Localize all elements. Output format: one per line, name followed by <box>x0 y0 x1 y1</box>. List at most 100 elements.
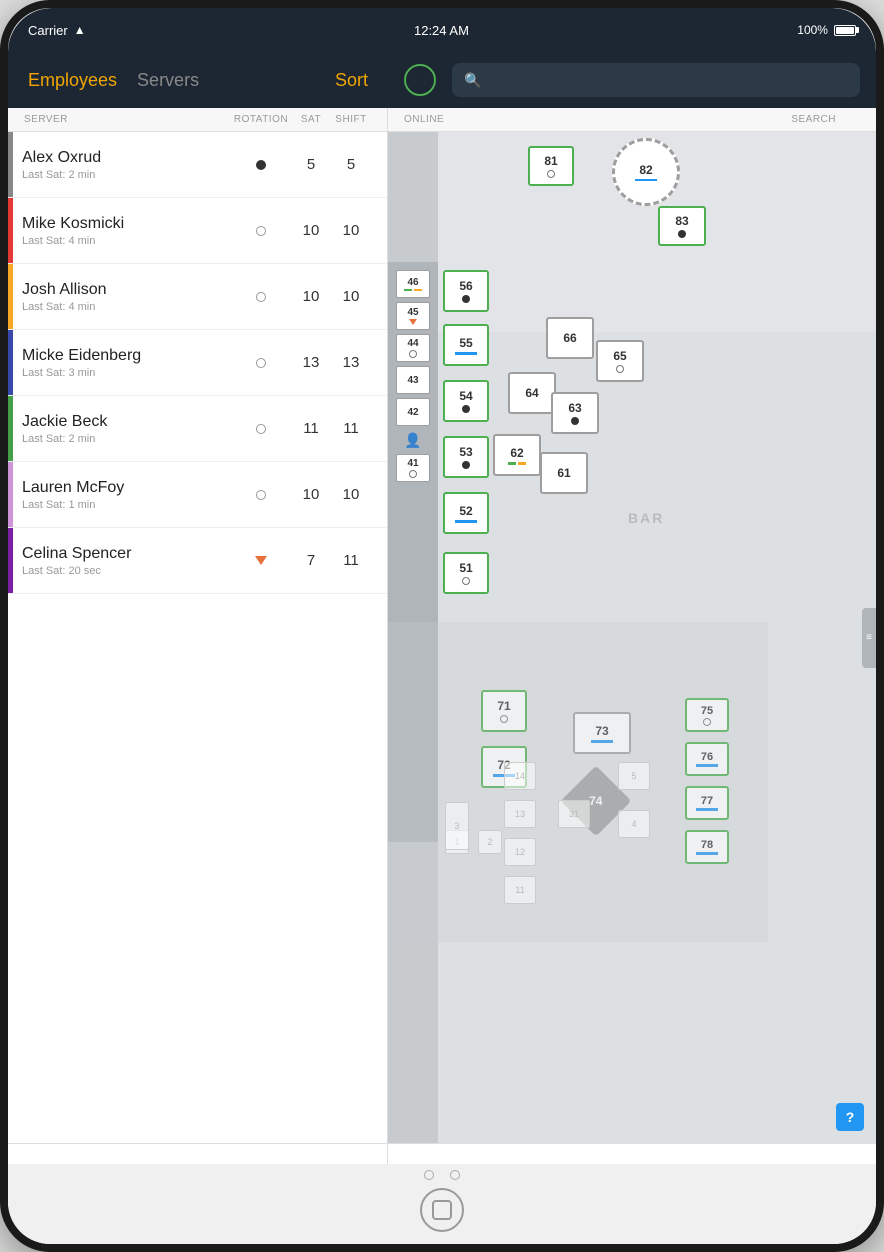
employee-shift: 11 <box>331 420 371 437</box>
map-table-52[interactable]: 52 <box>443 492 489 534</box>
sidebar-lines-icon: ≡ <box>866 630 872 646</box>
rotation-dot-empty <box>256 490 266 500</box>
employee-name: Celina Spencer <box>22 545 231 563</box>
employee-row[interactable]: Celina Spencer Last Sat: 20 sec 7 11 <box>8 528 387 594</box>
ghost-table: 14 <box>504 762 536 790</box>
sidebar-handle[interactable]: ≡ <box>862 608 876 668</box>
employee-sat: 11 <box>291 420 331 437</box>
map-table-62[interactable]: 62 <box>493 434 541 476</box>
employee-name: Micke Eidenberg <box>22 347 231 365</box>
employee-rotation <box>231 226 291 236</box>
employee-row[interactable]: Micke Eidenberg Last Sat: 3 min 13 13 <box>8 330 387 396</box>
map-table-64[interactable]: 64 <box>508 372 556 414</box>
ghost-table: 13 <box>504 800 536 828</box>
employee-info: Micke Eidenberg Last Sat: 3 min <box>8 347 231 379</box>
employee-shift: 10 <box>331 222 371 239</box>
map-table-65[interactable]: 65 <box>596 340 644 382</box>
rotation-dot-empty <box>256 226 266 236</box>
employee-name: Josh Allison <box>22 281 231 299</box>
home-button[interactable] <box>420 1188 464 1232</box>
map-table-82[interactable]: 82 <box>612 138 680 206</box>
tab-servers[interactable]: Servers <box>137 66 199 95</box>
employee-sat: 13 <box>291 354 331 371</box>
employee-last-sat: Last Sat: 3 min <box>22 367 231 379</box>
employee-row[interactable]: Alex Oxrud Last Sat: 2 min 5 5 <box>8 132 387 198</box>
home-button-inner <box>432 1200 452 1220</box>
map-table-51[interactable]: 51 <box>443 552 489 594</box>
map-table-81[interactable]: 81 <box>528 146 574 186</box>
rotation-arrow-down <box>255 556 267 565</box>
side-table-41[interactable]: 41 <box>396 454 430 482</box>
employee-color-bar <box>8 330 13 395</box>
home-sensor <box>450 1170 460 1180</box>
employee-row[interactable]: Mike Kosmicki Last Sat: 4 min 10 10 <box>8 198 387 264</box>
employee-color-bar <box>8 396 13 461</box>
home-area <box>8 1164 876 1244</box>
employee-last-sat: Last Sat: 1 min <box>22 499 231 511</box>
lower-left-area: 14 13 12 11 31 5 4 1 2 3 <box>388 622 768 942</box>
employee-shift: 10 <box>331 486 371 503</box>
side-table-45[interactable]: 45 <box>396 302 430 330</box>
employee-last-sat: Last Sat: 2 min <box>22 433 231 445</box>
floor-map[interactable]: 81 82 83 46 <box>388 132 876 1143</box>
col-rotation-header: ROTATION <box>231 114 291 125</box>
employee-color-bar <box>8 132 13 197</box>
side-table-44[interactable]: 44 <box>396 334 430 362</box>
employee-sat: 10 <box>291 486 331 503</box>
employee-color-bar <box>8 198 13 263</box>
ghost-table: 2 <box>478 830 502 854</box>
tab-employees[interactable]: Employees <box>28 66 117 95</box>
map-table-83[interactable]: 83 <box>658 206 706 246</box>
status-left: Carrier ▲ <box>28 23 86 38</box>
side-table-43[interactable]: 43 <box>396 366 430 394</box>
online-col-header: ONLINE <box>404 114 444 125</box>
search-col-header: SEARCH <box>791 114 836 125</box>
employee-name: Mike Kosmicki <box>22 215 231 233</box>
map-table-55[interactable]: 55 <box>443 324 489 366</box>
search-box[interactable]: 🔍 <box>452 63 860 97</box>
employee-rotation <box>231 160 291 170</box>
employee-color-bar <box>8 462 13 527</box>
employee-rotation <box>231 424 291 434</box>
camera-dot <box>424 1170 434 1180</box>
employee-last-sat: Last Sat: 4 min <box>22 301 231 313</box>
employee-row[interactable]: Lauren McFoy Last Sat: 1 min 10 10 <box>8 462 387 528</box>
col-shift-header: SHIFT <box>331 114 371 125</box>
device-screen: Carrier ▲ 12:24 AM 100% Employees Server… <box>8 8 876 1244</box>
sort-button[interactable]: Sort <box>335 70 368 91</box>
employee-info: Jackie Beck Last Sat: 2 min <box>8 413 231 445</box>
map-table-54[interactable]: 54 <box>443 380 489 422</box>
employee-shift: 11 <box>331 552 371 569</box>
nav-right: 🔍 <box>388 63 876 97</box>
wifi-icon: ▲ <box>74 23 86 37</box>
employee-sat: 10 <box>291 222 331 239</box>
employee-row[interactable]: Jackie Beck Last Sat: 2 min 11 11 <box>8 396 387 462</box>
employee-rotation <box>231 556 291 565</box>
battery-label: 100% <box>797 23 828 37</box>
employee-row[interactable]: Josh Allison Last Sat: 4 min 10 10 <box>8 264 387 330</box>
employee-name: Alex Oxrud <box>22 149 231 167</box>
col-server-header: SERVER <box>24 114 231 125</box>
map-table-61[interactable]: 61 <box>540 452 588 494</box>
side-table-42[interactable]: 42 <box>396 398 430 426</box>
map-table-66[interactable]: 66 <box>546 317 594 359</box>
employee-shift: 5 <box>331 156 371 173</box>
online-indicator <box>404 64 436 96</box>
col-sat-header: SAT <box>291 114 331 125</box>
employee-rotation <box>231 292 291 302</box>
status-time: 12:24 AM <box>414 23 469 38</box>
employee-sat: 10 <box>291 288 331 305</box>
status-bar: Carrier ▲ 12:24 AM 100% <box>8 8 876 52</box>
carrier-label: Carrier <box>28 23 68 38</box>
help-button[interactable]: ? <box>836 1103 864 1131</box>
side-table-46[interactable]: 46 <box>396 270 430 298</box>
map-table-63[interactable]: 63 <box>551 392 599 434</box>
map-table-56[interactable]: 56 <box>443 270 489 312</box>
ghost-table: 31 <box>558 800 590 828</box>
employee-info: Alex Oxrud Last Sat: 2 min <box>8 149 231 181</box>
employee-last-sat: Last Sat: 20 sec <box>22 565 231 577</box>
nav-left: Employees Servers Sort <box>8 66 388 95</box>
map-table-53[interactable]: 53 <box>443 436 489 478</box>
employee-list: Alex Oxrud Last Sat: 2 min 5 5 Mike Kosm… <box>8 132 388 1143</box>
employee-last-sat: Last Sat: 4 min <box>22 235 231 247</box>
